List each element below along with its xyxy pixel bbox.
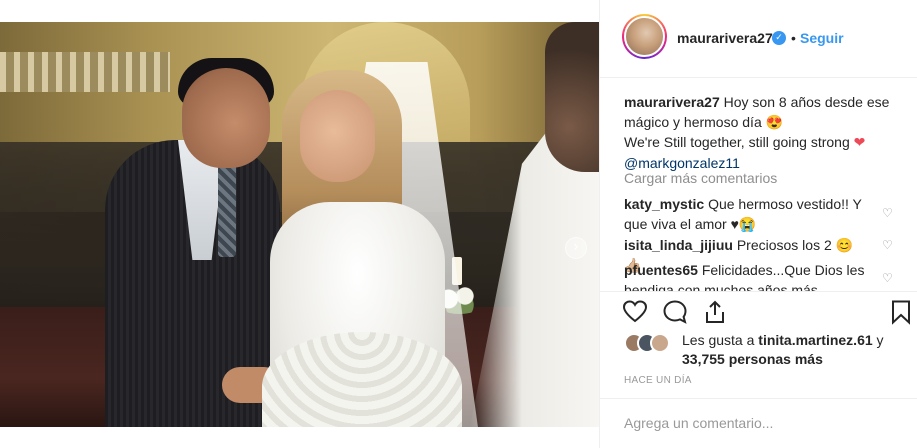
load-more-comments[interactable]: Cargar más comentarios bbox=[624, 170, 777, 186]
likes-text: Les gusta a tinita.martinez.61 y 33,755 … bbox=[682, 331, 912, 369]
header-username[interactable]: maurarivera27 bbox=[677, 30, 773, 46]
post-photo[interactable]: › bbox=[0, 22, 599, 427]
caption-mention[interactable]: @markgonzalez11 bbox=[624, 155, 740, 171]
liker-avatar[interactable] bbox=[650, 333, 670, 353]
avatar[interactable] bbox=[622, 14, 667, 59]
comment-icon[interactable] bbox=[662, 299, 688, 325]
church-balcony bbox=[0, 52, 170, 92]
comment-item: pfuentes65 Felicidades...Que Dios les be… bbox=[624, 260, 870, 291]
share-icon[interactable] bbox=[702, 299, 728, 325]
follow-button[interactable]: Seguir bbox=[800, 30, 844, 46]
comment-username[interactable]: isita_linda_jijiuu bbox=[624, 237, 733, 253]
likes-connector: y bbox=[876, 332, 884, 348]
post-sidebar: maurarivera27 ✓ • Seguir maurarivera27 H… bbox=[599, 0, 917, 448]
comment-username[interactable]: pfuentes65 bbox=[624, 262, 698, 278]
red-heart-icon: ❤ bbox=[853, 135, 866, 151]
bride-face bbox=[300, 90, 375, 182]
heart-icon[interactable] bbox=[622, 299, 648, 325]
separator-dot: • bbox=[791, 30, 796, 46]
groom-tie bbox=[218, 162, 236, 257]
officiant-head bbox=[545, 22, 599, 172]
bookmark-icon[interactable] bbox=[888, 299, 914, 325]
heart-icon[interactable]: ♡ bbox=[882, 272, 894, 284]
comments-list[interactable]: maurarivera27 Hoy son 8 años desde ese m… bbox=[600, 78, 917, 291]
caption-text-line2: We're Still together, still going strong bbox=[624, 134, 850, 150]
comment-username[interactable]: katy_mystic bbox=[624, 196, 704, 212]
comment-item: katy_mystic Que hermoso vestido!! Y que … bbox=[624, 194, 870, 234]
likes-prefix: Les gusta a bbox=[682, 332, 755, 348]
comment-input[interactable]: Agrega un comentario... bbox=[624, 415, 773, 431]
caption-username[interactable]: maurarivera27 bbox=[624, 94, 720, 110]
likes-count[interactable]: 33,755 personas más bbox=[682, 351, 823, 367]
add-comment-box[interactable]: Agrega un comentario... bbox=[600, 398, 917, 448]
post-caption: maurarivera27 Hoy son 8 años desde ese m… bbox=[624, 92, 894, 173]
verified-badge-icon: ✓ bbox=[772, 31, 786, 45]
likes-summary: Les gusta a tinita.martinez.61 y 33,755 … bbox=[624, 331, 909, 371]
heart-icon[interactable]: ♡ bbox=[882, 207, 894, 219]
heart-icon[interactable]: ♡ bbox=[882, 239, 894, 251]
groom-face bbox=[182, 68, 270, 168]
avatar-image bbox=[624, 16, 665, 57]
action-bar bbox=[600, 291, 917, 331]
post-timestamp[interactable]: HACE UN DÍA bbox=[624, 375, 692, 386]
likes-user[interactable]: tinita.martinez.61 bbox=[758, 332, 872, 348]
chevron-right-icon[interactable]: › bbox=[565, 237, 587, 259]
post-header: maurarivera27 ✓ • Seguir bbox=[600, 0, 917, 78]
